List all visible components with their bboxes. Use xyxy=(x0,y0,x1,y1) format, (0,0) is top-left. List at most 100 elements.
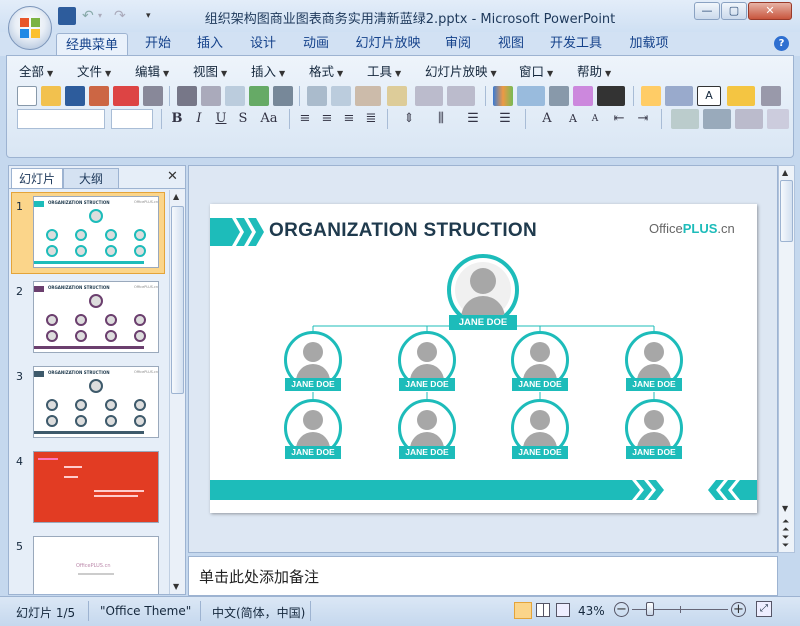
slide-thumb-5[interactable]: OfficePLUS.cn xyxy=(33,536,159,594)
tab-addins[interactable]: 加载项 xyxy=(624,32,674,56)
spelling-icon[interactable] xyxy=(249,86,269,106)
fit-to-window-icon[interactable]: ⤢ xyxy=(756,601,772,617)
zoom-out-icon[interactable]: − xyxy=(614,602,629,617)
shapes-icon[interactable] xyxy=(703,109,731,129)
more-tools-icon[interactable] xyxy=(767,109,789,129)
maximize-button[interactable]: ▢ xyxy=(721,2,747,20)
numbering-icon[interactable]: ☰ xyxy=(459,109,487,129)
tab-classic-menu[interactable]: 经典菜单 xyxy=(56,33,128,57)
change-case-icon[interactable]: Aa xyxy=(255,109,283,129)
tab-animation[interactable]: 动画 xyxy=(296,32,336,56)
notes-pane[interactable]: 单击此处添加备注 xyxy=(188,556,778,596)
slide-thumb-1[interactable]: ORGANIZATION STRUCTION OfficePLUS.cn xyxy=(33,196,159,268)
menu-all[interactable]: 全部 ▼ xyxy=(19,63,53,81)
clipart-icon[interactable] xyxy=(573,86,593,106)
slide-thumb-3[interactable]: ORGANIZATION STRUCTION OfficePLUS.cn xyxy=(33,366,159,438)
redo-icon[interactable] xyxy=(447,86,475,106)
menu-format[interactable]: 格式 ▼ xyxy=(309,63,343,81)
decrease-indent-icon[interactable]: ⇤ xyxy=(609,109,629,129)
arrange-icon[interactable] xyxy=(671,109,699,129)
justify-icon[interactable]: ≣ xyxy=(361,109,381,129)
layout-icon[interactable] xyxy=(665,86,693,106)
page-setup-icon[interactable] xyxy=(225,86,245,106)
help-icon[interactable]: ? xyxy=(774,36,789,51)
next-slide-icon[interactable]: ⏷ ⏷ xyxy=(782,534,789,551)
print-preview-icon[interactable] xyxy=(201,86,221,106)
table-icon[interactable] xyxy=(517,86,545,106)
save-icon[interactable] xyxy=(58,7,76,25)
theme-name[interactable]: "Office Theme" xyxy=(100,604,191,618)
slide-canvas[interactable]: ORGANIZATION STRUCTION OfficePLUS.cn JAN… xyxy=(210,204,757,513)
font-color-icon[interactable]: A xyxy=(533,109,561,129)
increase-indent-icon[interactable]: ⇥ xyxy=(633,109,653,129)
shadow-icon[interactable]: S xyxy=(233,109,253,129)
minimize-button[interactable]: — xyxy=(694,2,720,20)
tab-home[interactable]: 开始 xyxy=(138,32,178,56)
scroll-thumb[interactable] xyxy=(171,206,184,394)
bold-icon[interactable]: B xyxy=(167,109,187,129)
shrink-font-icon[interactable]: A xyxy=(585,109,605,129)
permission-icon[interactable] xyxy=(143,86,163,106)
menu-file[interactable]: 文件 ▼ xyxy=(77,63,111,81)
tab-slides[interactable]: 幻灯片 xyxy=(11,168,63,188)
font-name-combo[interactable] xyxy=(17,109,105,129)
menu-view[interactable]: 视图 ▼ xyxy=(193,63,227,81)
slides-scrollbar[interactable]: ▲ ▼ xyxy=(169,190,185,594)
close-pane-icon[interactable]: ✕ xyxy=(167,169,178,184)
slide-sorter-icon[interactable] xyxy=(536,603,550,617)
research-icon[interactable] xyxy=(273,86,293,106)
zoom-slider-thumb[interactable] xyxy=(646,602,654,616)
align-right-icon[interactable]: ≡ xyxy=(339,109,359,129)
align-left-icon[interactable]: ≡ xyxy=(295,109,315,129)
normal-view-icon[interactable] xyxy=(514,602,532,619)
open-icon[interactable] xyxy=(41,86,61,106)
text-direction-icon[interactable]: ⇕ xyxy=(395,109,423,129)
save-icon[interactable] xyxy=(65,86,85,106)
new-icon[interactable] xyxy=(17,86,37,106)
print-icon[interactable] xyxy=(177,86,197,106)
grow-font-icon[interactable]: A xyxy=(563,109,583,129)
format-painter-icon[interactable] xyxy=(387,86,407,106)
hyperlink-icon[interactable] xyxy=(549,86,569,106)
paste-icon[interactable] xyxy=(355,86,381,106)
tab-outline[interactable]: 大纲 xyxy=(63,168,119,188)
tab-design[interactable]: 设计 xyxy=(243,32,283,56)
previous-slide-icon[interactable]: ⏶ ⏶ xyxy=(782,518,789,535)
scroll-up-icon[interactable]: ▲ xyxy=(173,192,179,201)
copy-icon[interactable] xyxy=(331,86,351,106)
tab-review[interactable]: 审阅 xyxy=(438,32,478,56)
folder-icon[interactable] xyxy=(727,86,755,106)
italic-icon[interactable]: I xyxy=(189,109,209,129)
menu-window[interactable]: 窗口 ▼ xyxy=(519,63,553,81)
tab-view[interactable]: 视图 xyxy=(491,32,531,56)
align-center-icon[interactable]: ≡ xyxy=(317,109,337,129)
menu-insert[interactable]: 插入 ▼ xyxy=(251,63,285,81)
underline-icon[interactable]: U xyxy=(211,109,231,129)
cut-icon[interactable] xyxy=(307,86,327,106)
export-pdf-icon[interactable] xyxy=(113,86,139,106)
menu-help[interactable]: 帮助 ▼ xyxy=(577,63,611,81)
undo-icon[interactable] xyxy=(415,86,443,106)
scroll-down-icon[interactable]: ▼ xyxy=(782,504,788,513)
tab-insert[interactable]: 插入 xyxy=(190,32,230,56)
office-button[interactable] xyxy=(8,6,52,50)
slide-thumb-2[interactable]: ORGANIZATION STRUCTION OfficePLUS.cn xyxy=(33,281,159,353)
menu-slideshow[interactable]: 幻灯片放映 ▼ xyxy=(425,63,497,81)
redo-icon[interactable]: ↷ xyxy=(114,7,132,25)
menu-edit[interactable]: 编辑 ▼ xyxy=(135,63,169,81)
language-indicator[interactable]: 中文(简体，中国) xyxy=(212,604,305,621)
font-size-combo[interactable] xyxy=(111,109,153,129)
textbox-icon[interactable]: A xyxy=(697,86,721,106)
close-button[interactable]: ✕ xyxy=(748,2,792,20)
zoom-icon[interactable] xyxy=(761,86,781,106)
chart-icon[interactable] xyxy=(493,86,513,106)
columns-icon[interactable]: ⫼ xyxy=(427,109,455,129)
color-icon[interactable] xyxy=(597,86,625,106)
tab-slideshow[interactable]: 幻灯片放映 xyxy=(352,32,424,56)
quick-styles-icon[interactable] xyxy=(735,109,763,129)
slide-thumb-4[interactable] xyxy=(33,451,159,523)
scroll-thumb[interactable] xyxy=(780,180,793,242)
scroll-up-icon[interactable]: ▲ xyxy=(782,168,788,177)
save-as-icon[interactable] xyxy=(89,86,109,106)
new-slide-icon[interactable] xyxy=(641,86,661,106)
